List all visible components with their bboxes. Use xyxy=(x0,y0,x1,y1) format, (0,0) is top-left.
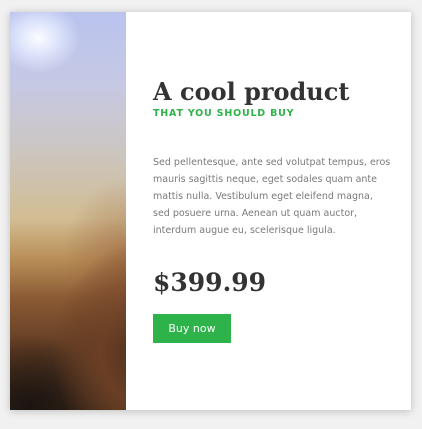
product-price: $399.99 xyxy=(153,268,267,297)
product-card: A cool product THAT YOU SHOULD BUY Sed p… xyxy=(10,12,411,410)
product-image xyxy=(10,12,126,410)
product-tagline: THAT YOU SHOULD BUY xyxy=(153,108,295,119)
product-description: Sed pellentesque, ante sed volutpat temp… xyxy=(153,157,391,236)
product-title: A cool product xyxy=(153,77,350,106)
buy-now-button[interactable]: Buy now xyxy=(153,314,231,343)
